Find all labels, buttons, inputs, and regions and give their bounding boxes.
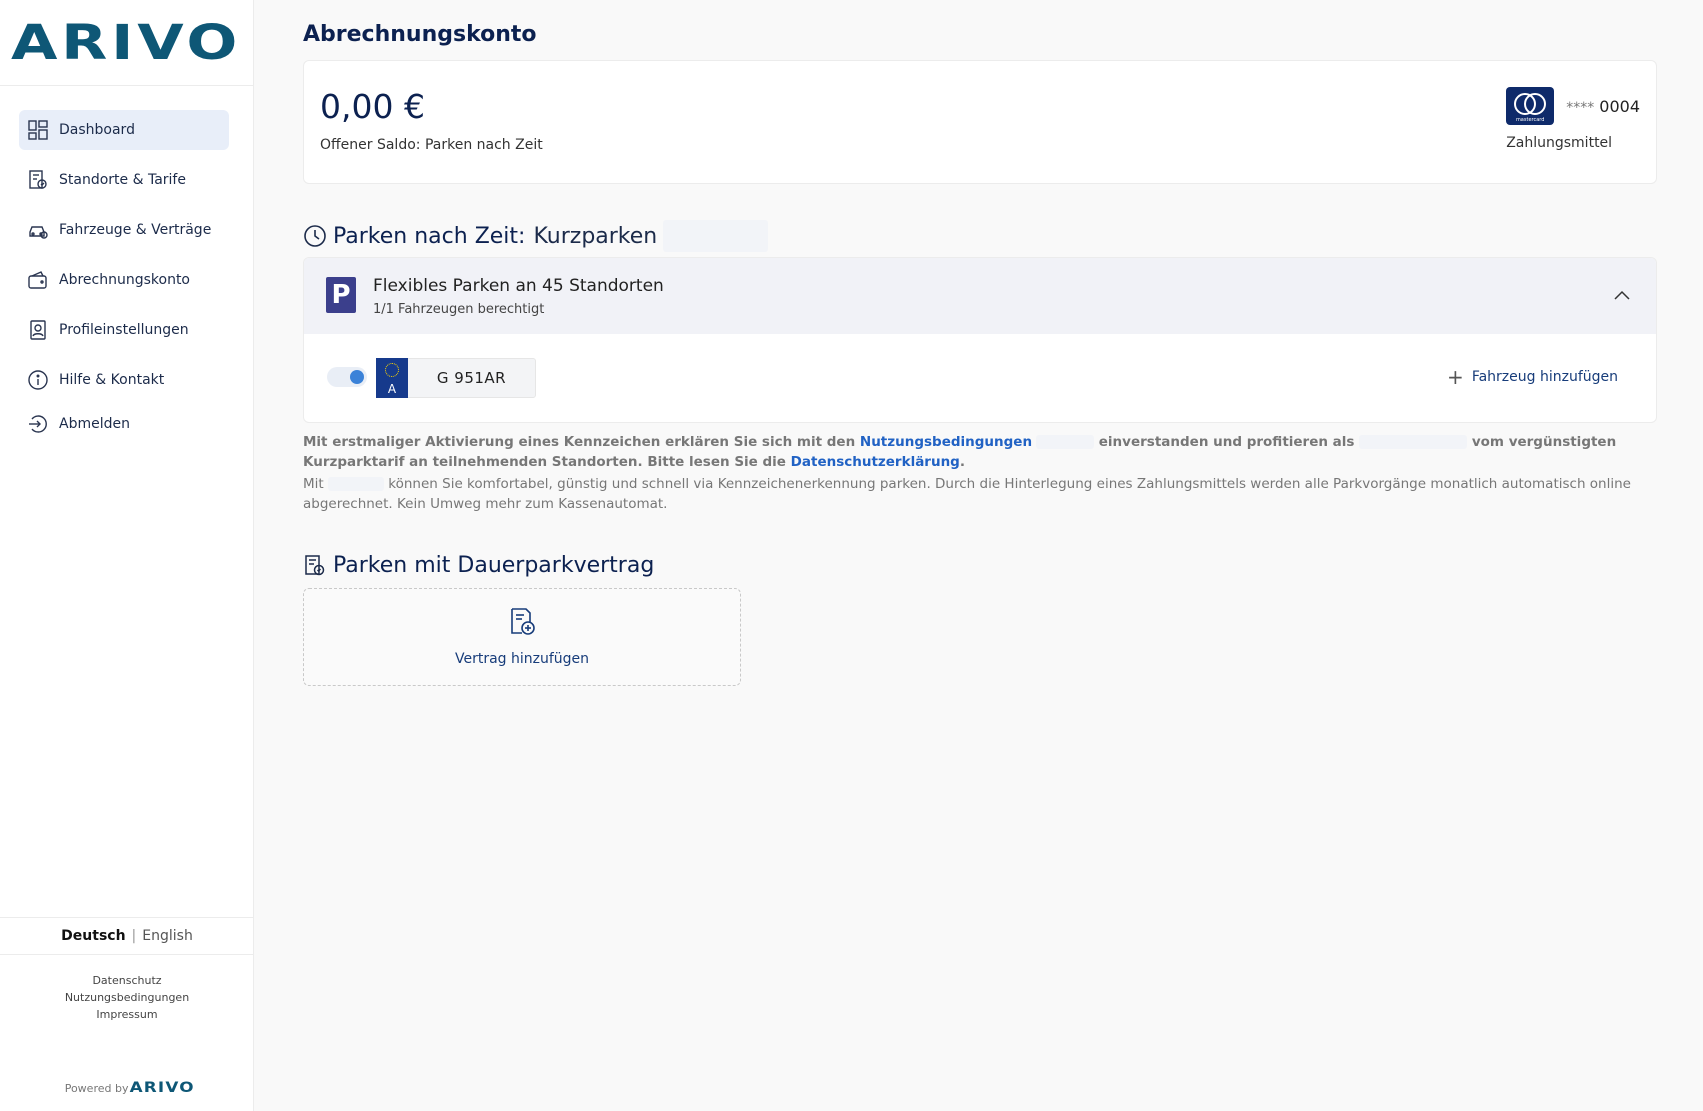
- profile-icon: [27, 319, 49, 341]
- info-icon: [27, 369, 49, 391]
- balance-amount: 0,00 €: [320, 87, 425, 126]
- vehicle-toggle[interactable]: [327, 367, 367, 387]
- footer-link-privacy[interactable]: Datenschutz: [0, 972, 254, 989]
- sidebar-item-label: Profileinstellungen: [59, 322, 189, 338]
- footer-link-imprint[interactable]: Impressum: [0, 1006, 254, 1023]
- add-contract-button[interactable]: Vertrag hinzufügen: [303, 588, 741, 686]
- sidebar-item-label: Abmelden: [59, 416, 130, 432]
- sidebar-item-label: Standorte & Tarife: [59, 172, 186, 188]
- contract-heading: Parken mit Dauerparkvertrag: [303, 553, 654, 578]
- dashboard-icon: [27, 119, 49, 141]
- language-separator: |: [131, 928, 137, 944]
- plus-icon: +: [1447, 365, 1464, 389]
- mastercard-icon: mastercard: [1506, 87, 1555, 125]
- contract-icon: [303, 554, 327, 578]
- logout-icon: [27, 413, 49, 435]
- language-en[interactable]: English: [142, 928, 193, 944]
- redacted-block: [663, 220, 769, 252]
- wallet-icon: [27, 269, 49, 291]
- language-de[interactable]: Deutsch: [61, 928, 125, 944]
- add-document-icon: [511, 608, 535, 635]
- terms-text: Mit erstmaliger Aktivierung eines Kennze…: [303, 432, 1657, 514]
- sidebar-item-logout[interactable]: Abmelden: [19, 404, 229, 444]
- footer-link-terms[interactable]: Nutzungsbedingungen: [0, 989, 254, 1006]
- time-parking-title: Parken nach Zeit:: [333, 223, 526, 249]
- chevron-up-icon[interactable]: [1612, 286, 1632, 306]
- clock-icon: [303, 224, 327, 248]
- time-parking-card-title: Flexibles Parken an 45 Standorten: [373, 276, 664, 296]
- account-card: 0,00 € Offener Saldo: Parken nach Zeit m…: [303, 60, 1657, 184]
- service-description: Mit können Sie komfortabel, günstig und …: [303, 476, 1631, 512]
- redacted-block: [1036, 435, 1095, 449]
- sidebar-item-label: Hilfe & Kontakt: [59, 372, 165, 388]
- locations-icon: [27, 169, 49, 191]
- powered-by-text: Powered by: [64, 1082, 129, 1095]
- redacted-block: [327, 477, 384, 491]
- time-parking-heading: Parken nach Zeit: Kurzparken: [303, 220, 769, 252]
- parking-icon: P: [326, 277, 356, 313]
- terms-notice: Mit erstmaliger Aktivierung eines Kennze…: [303, 434, 1617, 470]
- sidebar-item-label: Fahrzeuge & Verträge: [59, 222, 212, 238]
- payment-label: Zahlungsmittel: [1506, 135, 1613, 151]
- sidebar-item-dashboard[interactable]: Dashboard: [19, 110, 229, 150]
- powered-by-logo: ARIVO: [129, 1080, 195, 1096]
- privacy-link[interactable]: Datenschutzerklärung: [791, 454, 960, 470]
- sidebar-nav: Dashboard Standorte & Tarife Fahrzeuge &…: [0, 86, 253, 444]
- terms-link[interactable]: Nutzungsbedingungen: [860, 434, 1032, 450]
- plate-number: G 951AR: [436, 369, 507, 387]
- eu-flag-icon: A: [376, 358, 408, 398]
- sidebar-item-billing[interactable]: Abrechnungskonto: [19, 260, 229, 300]
- balance-label: Offener Saldo: Parken nach Zeit: [320, 137, 543, 153]
- language-switcher: Deutsch | English: [0, 917, 254, 955]
- time-parking-subtitle: Kurzparken: [533, 223, 658, 249]
- vehicle-row: A G 951AR + Fahrzeug hinzufügen: [304, 334, 1656, 422]
- footer-links: Datenschutz Nutzungsbedingungen Impressu…: [0, 972, 254, 1023]
- time-parking-card-subtitle: 1/1 Fahrzeugen berechtigt: [373, 302, 545, 317]
- sidebar-item-vehicles[interactable]: Fahrzeuge & Verträge: [19, 210, 229, 250]
- sidebar-item-label: Dashboard: [59, 122, 135, 138]
- time-parking-card: P Flexibles Parken an 45 Standorten 1/1 …: [303, 257, 1657, 423]
- add-vehicle-button[interactable]: + Fahrzeug hinzufügen: [1447, 365, 1618, 389]
- contract-title: Parken mit Dauerparkvertrag: [333, 553, 655, 578]
- powered-by: Powered by ARIVO: [0, 1080, 254, 1096]
- payment-method[interactable]: mastercard **** 0004 Zahlungsmittel: [1506, 87, 1640, 151]
- sidebar-item-profile[interactable]: Profileinstellungen: [19, 310, 229, 350]
- car-icon: [27, 219, 49, 241]
- sidebar-item-label: Abrechnungskonto: [59, 272, 190, 288]
- add-contract-label: Vertrag hinzufügen: [454, 651, 590, 667]
- arivo-logo[interactable]: ARIVO: [11, 15, 241, 71]
- card-number: **** 0004: [1566, 96, 1640, 116]
- redacted-block: [1359, 435, 1468, 449]
- sidebar: ARIVO Dashboard Standorte & Tarife Fahrz…: [0, 0, 254, 1111]
- sidebar-item-help[interactable]: Hilfe & Kontakt: [19, 360, 229, 400]
- logo-container: ARIVO: [0, 0, 253, 86]
- sidebar-item-locations[interactable]: Standorte & Tarife: [19, 160, 229, 200]
- license-plate: A G 951AR: [376, 358, 536, 398]
- time-parking-card-header[interactable]: P Flexibles Parken an 45 Standorten 1/1 …: [304, 258, 1656, 334]
- account-title: Abrechnungskonto: [303, 22, 537, 47]
